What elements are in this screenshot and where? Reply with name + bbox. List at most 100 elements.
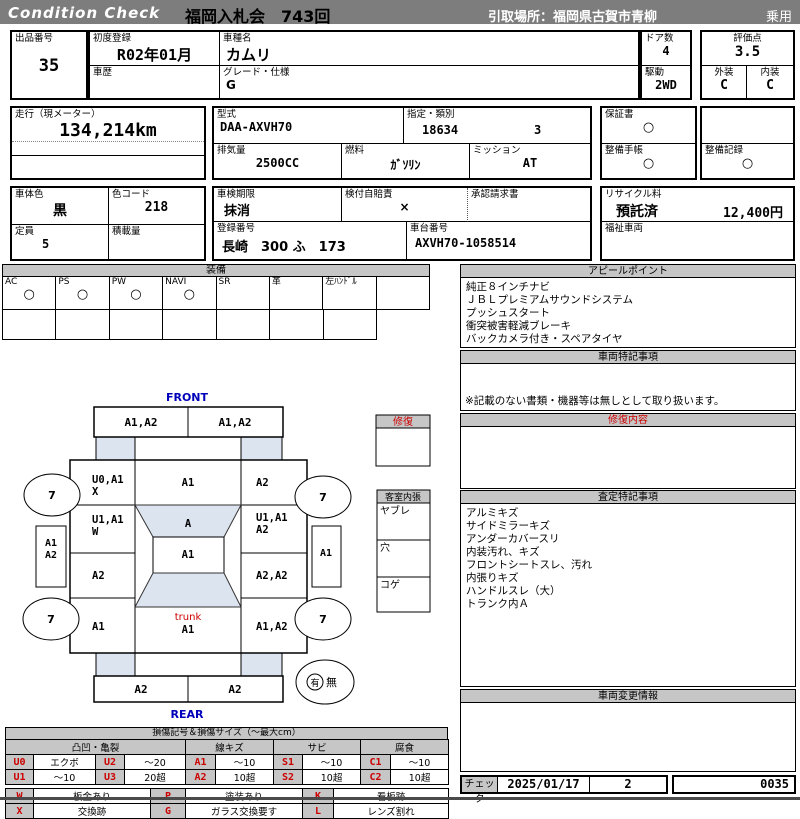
fuel-label: 燃料 bbox=[345, 145, 365, 156]
assessment-item: アンダーカバースリ bbox=[466, 533, 560, 545]
cabin-row-hole: 穴 bbox=[380, 541, 390, 554]
legend-desc: 板金あり bbox=[33, 788, 151, 804]
displacement-cell: 排気量 2500CC bbox=[214, 144, 342, 178]
assessment-panel: 査定特記事項 アルミキズ サイドミラーキズ アンダーカバースリ 内装汚れ、キズ … bbox=[460, 490, 796, 687]
warranty-label: 保証書 bbox=[605, 109, 634, 120]
maintenance-record-label: 整備記録 bbox=[705, 145, 744, 156]
capacity-value: 5 bbox=[42, 237, 50, 251]
roof-damage: A1 bbox=[182, 549, 195, 561]
legend-desc: 看板跡 bbox=[333, 788, 449, 804]
condition-check-sheet: { "colors": { "header_bar": "#7d7d7d", "… bbox=[0, 0, 800, 819]
equipment-cell-navi: NAVI ○ bbox=[163, 277, 217, 309]
legend-code: U3 bbox=[95, 769, 125, 785]
appeal-title: アピールポイント bbox=[461, 265, 795, 278]
legend-group-corrosion: 腐食 bbox=[360, 739, 450, 755]
left-door-mark: W bbox=[92, 526, 99, 538]
fuel-cell: 燃料 ｶﾞｿﾘﾝ bbox=[342, 144, 470, 178]
grade-cell: グレード・仕様 G bbox=[220, 66, 638, 98]
vehicle-class: 乗用 bbox=[765, 10, 792, 25]
vehicle-notes-note: ※記載のない書類・機器等は無しとして取り扱います。 bbox=[465, 395, 725, 407]
legend-code: S1 bbox=[273, 754, 304, 770]
pickup-location: 引取場所：福岡県古賀市青柳 bbox=[488, 10, 658, 25]
assessment-item: 内張りキズ bbox=[466, 572, 519, 584]
legend-code: G bbox=[150, 803, 186, 819]
lot-number-value: 35 bbox=[38, 56, 60, 76]
equipment-cell-leather: 革 bbox=[270, 277, 324, 309]
approval-cell: 承認請求書 bbox=[468, 188, 590, 222]
right-rear-door-damage: A2,A2 bbox=[256, 570, 288, 582]
displacement-label: 排気量 bbox=[217, 145, 246, 156]
score-value: 3.5 bbox=[734, 44, 761, 60]
record-box: 整備記録 ○ bbox=[700, 106, 795, 180]
first-registration-label: 初度登録 bbox=[93, 33, 132, 44]
displacement-value: 2500CC bbox=[255, 156, 300, 170]
cabin-row-burn: コゲ bbox=[380, 579, 400, 591]
legend-desc: 10超 bbox=[390, 769, 450, 785]
recycle-cell: リサイクル料 預託済 12,400円 bbox=[602, 188, 793, 222]
spare-absent: 無 bbox=[326, 675, 337, 689]
assessment-item: 内装汚れ、キズ bbox=[466, 546, 540, 558]
warranty-value: ○ bbox=[642, 120, 655, 135]
maintenance-record-value: ○ bbox=[741, 156, 754, 171]
rear-bumper-right-damage: A2 bbox=[228, 683, 241, 696]
rear-label: REAR bbox=[171, 708, 204, 721]
legend-desc: ～20 bbox=[123, 754, 187, 770]
model-code-cell: 型式 DAA-AXVH70 bbox=[214, 108, 404, 144]
left-fender-damage: U0,A1 bbox=[92, 474, 124, 486]
legend-desc: ガラス交換要す bbox=[185, 803, 303, 819]
legend-desc: 交換跡 bbox=[33, 803, 151, 819]
equipment-row-empty bbox=[2, 309, 377, 340]
appeal-item: 衝突被害軽減ブレーキ bbox=[466, 320, 571, 332]
legend-code: X bbox=[5, 803, 34, 819]
legend-code: C1 bbox=[360, 754, 392, 770]
right-quarter-damage: A1,A2 bbox=[256, 621, 288, 633]
repair-content-panel: 修復内容 bbox=[460, 413, 796, 489]
registration-number-value: 長崎 300 ふ 173 bbox=[222, 240, 346, 255]
score-box: 評価点 3.5 外装 C 内装 C bbox=[700, 30, 795, 100]
maintenance-record-cell: 整備記録 ○ bbox=[702, 144, 793, 178]
equipment-cell-pw: PW ○ bbox=[110, 277, 164, 309]
cabin-title: 客室内張 bbox=[385, 491, 421, 503]
check-row: チェック 2025/01/17 2 bbox=[460, 775, 668, 805]
spare-tire-mark bbox=[295, 659, 355, 705]
doors-drive-box: ドア数 4 駆動 2WD bbox=[640, 30, 692, 100]
left-rocker-damage-2: A2 bbox=[45, 550, 57, 561]
legend-group-rust: サビ bbox=[273, 739, 362, 755]
model-value: カムリ bbox=[226, 46, 272, 64]
legend-desc: ～10 bbox=[302, 754, 362, 770]
model-cell: 車種名 カムリ bbox=[220, 32, 638, 66]
model-code-value: DAA-AXVH70 bbox=[220, 120, 293, 134]
mileage-value: 134,214km bbox=[59, 120, 157, 141]
chassis-number-label: 車台番号 bbox=[410, 223, 449, 234]
auction-title: 福岡入札会 743回 bbox=[185, 7, 331, 26]
check-count: 2 bbox=[624, 777, 632, 791]
color-code-value: 218 bbox=[144, 200, 169, 215]
legend-size-table: 凸凹・亀裂 線キズ サビ 腐食 U0 エクボ U2 ～20 A1 ～10 S1 … bbox=[4, 739, 450, 785]
chassis-number-cell: 車台番号 AXVH70-1058514 bbox=[407, 222, 590, 259]
drive-label: 駆動 bbox=[645, 67, 665, 78]
doors-label: ドア数 bbox=[645, 33, 674, 44]
rear-bumper-left-damage: A2 bbox=[134, 683, 147, 696]
tire-front-right-depth: 7 bbox=[319, 491, 327, 504]
welfare-label: 福祉車両 bbox=[605, 223, 644, 234]
color-code-cell: 色コード 218 bbox=[109, 188, 204, 225]
drive-value: 2WD bbox=[655, 78, 677, 92]
rear-right-corner bbox=[241, 653, 282, 676]
welfare-cell: 福祉車両 bbox=[602, 222, 793, 259]
tire-rear-left-depth: 7 bbox=[47, 613, 55, 626]
drive-cell: 駆動 2WD bbox=[642, 66, 690, 98]
legend-code: C2 bbox=[360, 769, 392, 785]
header-bar: Condition Check 福岡入札会 743回 引取場所：福岡県古賀市青柳… bbox=[0, 0, 800, 26]
model-code-label: 型式 bbox=[217, 109, 237, 120]
front-bumper-left-damage: A1,A2 bbox=[124, 416, 157, 429]
legend-desc: 10超 bbox=[302, 769, 362, 785]
legend-desc: ～10 bbox=[33, 769, 96, 785]
assessment-item: サイドミラーキズ bbox=[466, 520, 550, 532]
assessment-item: トランク内Ａ bbox=[466, 598, 529, 610]
legend-desc: エクボ bbox=[33, 754, 96, 770]
score-label: 評価点 bbox=[733, 33, 762, 44]
equipment-cell-extra bbox=[377, 277, 429, 309]
recycle-box: リサイクル料 預託済 12,400円 福祉車両 bbox=[600, 186, 795, 261]
hood-damage: A1 bbox=[182, 477, 195, 489]
damage-diagram: FRONT REAR A1,A2 A1,A2 A2 A2 U0,A1 X A1 … bbox=[22, 391, 431, 721]
